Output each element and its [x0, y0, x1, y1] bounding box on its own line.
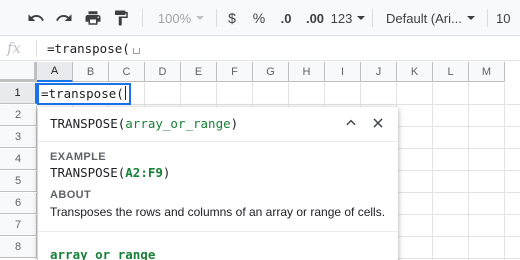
- column-header-k[interactable]: K: [397, 62, 433, 82]
- more-formats-button[interactable]: 123: [331, 0, 366, 36]
- row-header-5[interactable]: 5: [0, 171, 37, 192]
- gridline-vertical: [432, 83, 433, 260]
- column-header-j[interactable]: J: [361, 62, 397, 82]
- fx-icon: fx: [7, 39, 22, 57]
- active-cell-a1[interactable]: =transpose(: [37, 83, 131, 105]
- zoom-select[interactable]: 100%: [150, 0, 212, 36]
- example-heading: EXAMPLE: [50, 151, 106, 163]
- close-icon[interactable]: [368, 113, 388, 133]
- column-header-l[interactable]: L: [433, 62, 469, 82]
- cell-editor: =transpose(: [41, 86, 126, 101]
- chevron-down-icon: [196, 16, 205, 20]
- function-signature: TRANSPOSE(array_or_range): [50, 116, 239, 131]
- column-header-i[interactable]: I: [325, 62, 361, 82]
- column-header-a[interactable]: A: [37, 62, 73, 82]
- signature-argument: array_or_range: [125, 116, 231, 131]
- formula-input-text: =transpose(: [47, 41, 130, 56]
- paint-format-icon[interactable]: [107, 0, 135, 36]
- font-size-select[interactable]: 10: [496, 0, 518, 36]
- column-header-c[interactable]: C: [109, 62, 145, 82]
- row-header-4[interactable]: 4: [0, 149, 37, 170]
- column-header-g[interactable]: G: [253, 62, 289, 82]
- formula-input[interactable]: =transpose(: [47, 41, 140, 56]
- zoom-value: 100%: [157, 10, 192, 26]
- print-icon[interactable]: [79, 0, 107, 36]
- column-header-d[interactable]: D: [145, 62, 181, 82]
- parameter-name: array_or_range: [50, 247, 156, 260]
- text-cursor: [124, 86, 126, 100]
- toolbar: 100% $ % .0 .00 123 Default (Ari... 10: [0, 0, 520, 36]
- example-formula: TRANSPOSE(A2:F9): [50, 165, 171, 180]
- about-heading: ABOUT: [50, 189, 92, 201]
- gridline-vertical: [468, 83, 469, 260]
- row-header-8[interactable]: 8: [0, 237, 37, 258]
- undo-icon[interactable]: [22, 0, 50, 36]
- column-header-e[interactable]: E: [181, 62, 217, 82]
- formula-bar: fx =transpose(: [0, 36, 520, 61]
- row-header-3[interactable]: 3: [0, 127, 37, 148]
- about-text: Transposes the rows and columns of an ar…: [50, 205, 386, 219]
- column-header-m[interactable]: M: [469, 62, 505, 82]
- row-header-6[interactable]: 6: [0, 193, 37, 214]
- chevron-down-icon: [466, 16, 475, 20]
- gridline-vertical: [504, 83, 505, 260]
- column-header-f[interactable]: F: [217, 62, 253, 82]
- example-argument: A2:F9: [125, 165, 163, 180]
- select-all-corner[interactable]: [0, 62, 37, 82]
- font-family-select[interactable]: Default (Ari...: [386, 0, 476, 36]
- percent-format-button[interactable]: %: [248, 0, 270, 36]
- column-header-h[interactable]: H: [289, 62, 325, 82]
- increase-decimals-button[interactable]: .00: [302, 0, 328, 36]
- currency-format-button[interactable]: $: [222, 0, 242, 36]
- row-header-7[interactable]: 7: [0, 215, 37, 236]
- space-hint-icon: [132, 48, 140, 54]
- collapse-icon[interactable]: [341, 113, 361, 133]
- cell-editor-text: =transpose(: [41, 86, 124, 101]
- column-header-b[interactable]: B: [73, 62, 109, 82]
- chevron-down-icon: [357, 16, 366, 20]
- formula-help-popup: TRANSPOSE(array_or_range) EXAMPLE TRANSP…: [38, 107, 398, 260]
- row-header-2[interactable]: 2: [0, 105, 37, 126]
- row-header-1[interactable]: 1: [0, 83, 37, 104]
- help-divider: [38, 141, 398, 142]
- decrease-decimals-button[interactable]: .0: [274, 0, 298, 36]
- help-divider: [38, 231, 398, 232]
- formula-bar-divider: [36, 40, 37, 57]
- redo-icon[interactable]: [50, 0, 78, 36]
